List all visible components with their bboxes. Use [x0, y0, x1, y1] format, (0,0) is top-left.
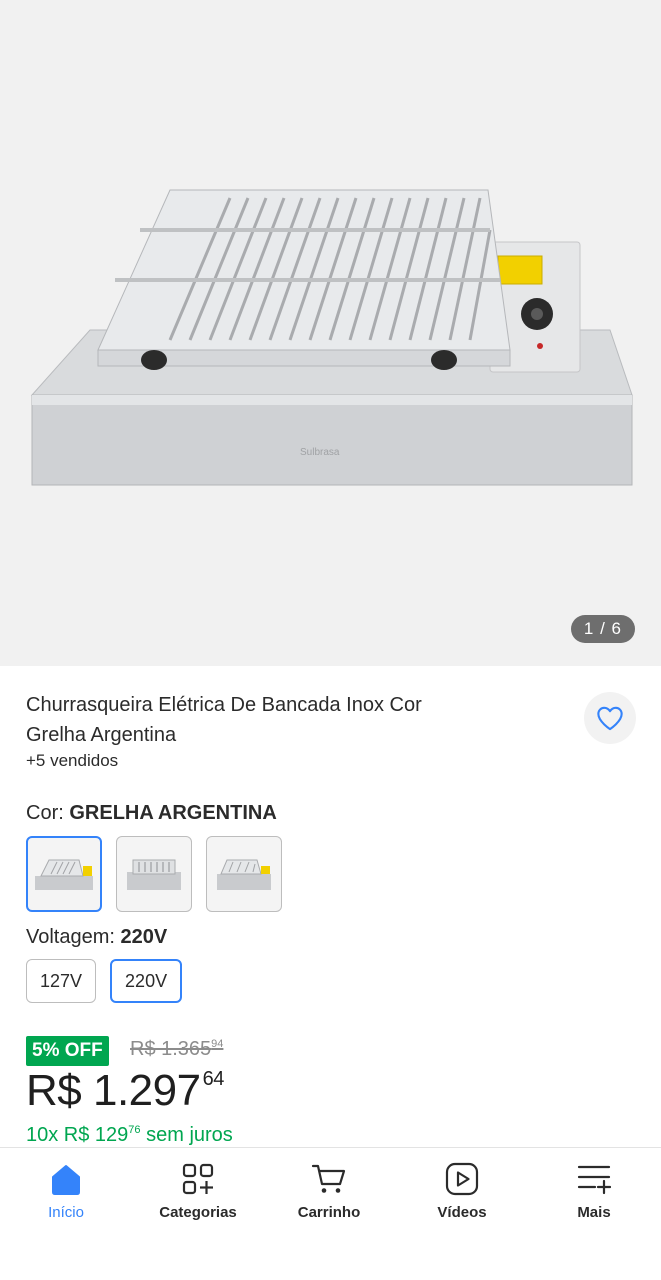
product-image[interactable]: Sulbrasa [20, 170, 641, 500]
color-swatches [26, 836, 282, 912]
tab-label: Início [48, 1204, 84, 1221]
installment-info: 10x R$ 12976 sem juros [26, 1124, 233, 1147]
bottom-tab-bar: Início Categorias Carrinho Vídeos Mais [0, 1147, 661, 1280]
original-price-main: R$ 1.365 [130, 1038, 212, 1060]
installment-suffix: sem juros [140, 1124, 233, 1146]
svg-text:Sulbrasa: Sulbrasa [300, 447, 340, 458]
categories-icon [182, 1163, 214, 1195]
tab-inicio[interactable]: Início [11, 1162, 121, 1221]
color-label-prefix: Cor: [26, 802, 64, 824]
tab-label: Vídeos [437, 1204, 487, 1221]
original-price-cents: 94 [211, 1038, 224, 1050]
tab-mais[interactable]: Mais [539, 1162, 649, 1221]
voltage-selected-value: 220V [120, 926, 168, 948]
color-swatch-3[interactable] [206, 836, 282, 912]
tab-label: Carrinho [297, 1204, 361, 1221]
tab-categorias[interactable]: Categorias [143, 1162, 253, 1221]
image-counter: 1 / 6 [570, 615, 635, 643]
discount-badge: 5% OFF [26, 1036, 109, 1066]
product-image-gallery[interactable]: Sulbrasa 1 / 6 [0, 0, 661, 666]
color-selected-value: GRELHA ARGENTINA [69, 802, 277, 824]
current-price-main: R$ 1.297 [26, 1066, 201, 1115]
color-label: Cor: GRELHA ARGENTINA [26, 802, 277, 825]
tab-videos[interactable]: Vídeos [407, 1162, 517, 1221]
voltage-label-prefix: Voltagem: [26, 926, 115, 948]
color-swatch-2[interactable] [116, 836, 192, 912]
product-title: Churrasqueira Elétrica De Bancada Inox C… [26, 694, 422, 746]
voltage-options: 127V 220V [26, 959, 183, 1003]
tab-carrinho[interactable]: Carrinho [274, 1162, 384, 1221]
favorite-button[interactable] [584, 692, 636, 744]
tab-label: Mais [577, 1204, 611, 1221]
more-menu-icon [577, 1165, 611, 1195]
home-icon [52, 1165, 80, 1195]
current-price-cents: 64 [202, 1068, 225, 1090]
current-price: R$ 1.297 64 [26, 1066, 224, 1116]
voltage-option-127v[interactable]: 127V [26, 959, 97, 1003]
sold-count: +5 vendidos [26, 751, 119, 770]
installment-cents: 76 [128, 1124, 141, 1136]
voltage-label: Voltagem: 220V [26, 926, 167, 949]
heart-icon [597, 706, 623, 731]
swatch-grill-image [217, 859, 271, 890]
original-price: R$ 1.36594 [130, 1038, 223, 1061]
cart-icon [311, 1164, 346, 1193]
installment-prefix: 10x R$ 129 [26, 1124, 129, 1146]
swatch-grill-image [127, 859, 181, 890]
swatch-grill-image [35, 859, 93, 890]
voltage-option-220v[interactable]: 220V [110, 959, 183, 1003]
tab-label: Categorias [159, 1204, 237, 1221]
video-play-icon [445, 1162, 479, 1196]
color-swatch-1[interactable] [26, 836, 102, 912]
